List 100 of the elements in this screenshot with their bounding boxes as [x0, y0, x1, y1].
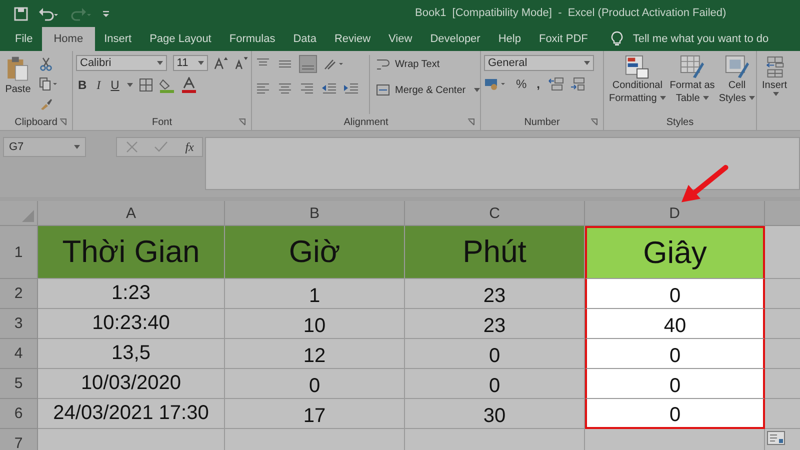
copy-icon[interactable] [39, 77, 59, 91]
font-size-dropdown[interactable]: 11 [172, 55, 208, 71]
merge-center-button[interactable]: Merge & Center [376, 81, 480, 99]
underline-button[interactable]: U [108, 78, 122, 92]
comma-button[interactable]: , [534, 77, 542, 91]
cell-styles-button[interactable]: Cell Styles [716, 55, 758, 114]
align-bottom-icon[interactable] [299, 55, 317, 73]
column-header[interactable]: B [225, 201, 405, 226]
save-icon[interactable] [14, 6, 28, 20]
launcher-icon[interactable] [238, 118, 246, 126]
border-icon[interactable] [139, 78, 154, 92]
table-cell: 10:23:40 [38, 309, 225, 339]
group-label: Clipboard [14, 116, 58, 128]
table-cell: 1:23 [38, 279, 225, 309]
paste-button[interactable]: Paste [3, 55, 33, 114]
decrease-indent-icon[interactable] [321, 81, 337, 95]
percent-button[interactable]: % [514, 77, 529, 91]
ribbon-tab[interactable]: Page Layout [140, 27, 220, 51]
increase-decimal-icon[interactable] [548, 77, 564, 91]
formula-input[interactable] [205, 137, 800, 190]
table-cell: 0 [405, 369, 585, 399]
conditional-formatting-icon [625, 55, 650, 79]
table-cell: 0 [585, 399, 765, 429]
align-right-icon[interactable] [299, 81, 315, 95]
format-as-table-button[interactable]: Format as Table [668, 55, 717, 114]
caret-icon[interactable] [127, 83, 134, 87]
table-cell: 30 [405, 399, 585, 429]
insert-function-button[interactable]: fx [185, 140, 194, 154]
increase-indent-icon[interactable] [343, 81, 359, 95]
row-header[interactable]: 2 [0, 279, 38, 309]
column-header[interactable]: A [38, 201, 225, 226]
table-cell: 0 [405, 339, 585, 369]
row-header[interactable]: 6 [0, 399, 38, 429]
ribbon-tab[interactable]: Foxit PDF [530, 27, 597, 51]
customize-icon[interactable] [102, 8, 110, 18]
column-header[interactable]: D [585, 201, 765, 226]
ribbon-tab[interactable]: Help [489, 27, 530, 51]
row-header[interactable]: 5 [0, 369, 38, 399]
cell-brush-icon [724, 55, 749, 79]
ribbon-tab[interactable]: Review [325, 27, 380, 51]
table-cell: 13,5 [38, 339, 225, 369]
row-header[interactable]: 7 [0, 429, 38, 450]
header-cell: Phút [405, 226, 585, 279]
ribbon-tab[interactable]: Home [42, 27, 96, 51]
table-brush-icon [680, 55, 704, 79]
decrease-decimal-icon[interactable] [570, 77, 586, 91]
group-label: Font [152, 116, 172, 128]
font-color-icon[interactable] [181, 77, 198, 93]
header-cell: Thời Gian [38, 226, 225, 279]
table-cell: 40 [585, 309, 765, 339]
table-cell: 10 [225, 309, 405, 339]
ribbon-tab[interactable]: Developer [421, 27, 490, 51]
insert-button[interactable]: Insert [760, 55, 790, 130]
brush-icon[interactable] [39, 97, 53, 111]
column-header[interactable]: C [405, 201, 585, 226]
cut-icon[interactable] [39, 57, 53, 71]
launcher-icon[interactable] [59, 118, 67, 126]
grow-font-icon[interactable] [214, 56, 228, 70]
shrink-font-icon[interactable] [234, 56, 248, 70]
undo-icon[interactable] [38, 6, 60, 20]
orientation-icon[interactable] [323, 57, 345, 71]
table-cell: 0 [225, 369, 405, 399]
wrap-text-button[interactable]: Wrap Text [376, 55, 480, 73]
align-left-icon[interactable] [255, 81, 271, 95]
launcher-icon[interactable] [467, 118, 475, 126]
name-box[interactable]: G7 [3, 137, 86, 157]
table-cell: 0 [585, 339, 765, 369]
group-label: Styles [666, 116, 694, 128]
currency-icon[interactable] [484, 77, 508, 91]
group-label: Number [524, 116, 560, 128]
lightbulb-icon [610, 31, 623, 47]
row-header[interactable]: 3 [0, 309, 38, 339]
insert-cells-icon [764, 55, 784, 79]
header-cell: Giây [585, 226, 765, 279]
row-header[interactable]: 4 [0, 339, 38, 369]
quick-analysis-icon[interactable] [767, 431, 785, 445]
header-cell: Giờ [225, 226, 405, 279]
row-header[interactable]: 1 [0, 226, 38, 279]
group-label: Alignment [344, 116, 388, 128]
wrap-icon [376, 57, 390, 71]
table-cell: 1 [225, 279, 405, 309]
merge-icon [376, 83, 390, 97]
italic-button[interactable]: I [94, 78, 103, 92]
clipboard-icon [5, 55, 31, 83]
number-format-dropdown[interactable]: General [484, 55, 594, 71]
bold-button[interactable]: B [76, 78, 89, 92]
ribbon-tab[interactable]: File [6, 27, 42, 51]
launcher-icon[interactable] [590, 118, 598, 126]
font-name-dropdown[interactable]: Calibri [76, 55, 167, 71]
ribbon-tab[interactable]: Insert [95, 27, 141, 51]
fill-color-icon[interactable] [159, 77, 176, 93]
table-cell: 24/03/2021 17:30 [38, 399, 225, 429]
tell-me-search[interactable]: Tell me what you want to do [628, 27, 773, 51]
conditional-formatting-button[interactable]: Conditional Formatting [607, 55, 668, 114]
table-cell: 0 [585, 369, 765, 399]
align-center-icon[interactable] [277, 81, 293, 95]
ribbon-tab[interactable]: Data [284, 27, 326, 51]
ribbon-tab[interactable]: Formulas [220, 27, 284, 51]
ribbon-tab[interactable]: View [380, 27, 422, 51]
triangle-icon [22, 210, 34, 222]
